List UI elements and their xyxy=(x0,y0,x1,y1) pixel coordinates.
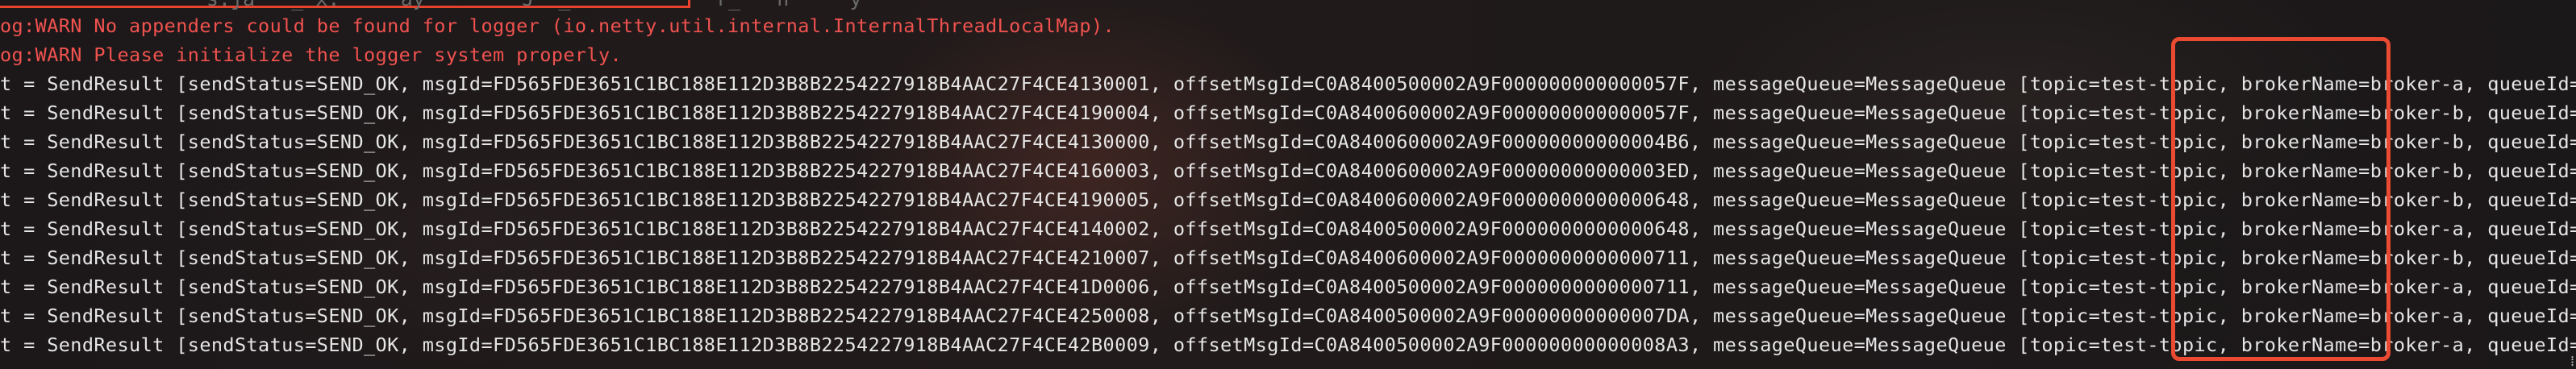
log-line-warn: og:WARN No appenders could be found for … xyxy=(0,15,1115,37)
terminal-window[interactable]: s.ja _ x. ay J _ r_ n y og:WARN No appen… xyxy=(0,0,2576,369)
broker-queue-highlight-box xyxy=(2171,37,2391,361)
cut-off-top-line: s.ja _ x. ay J _ r_ n y xyxy=(0,0,983,10)
scrollbar-grip-icon[interactable]: ⁞ xyxy=(2570,353,2574,369)
scrollbar[interactable]: ⁞ xyxy=(2565,0,2576,369)
